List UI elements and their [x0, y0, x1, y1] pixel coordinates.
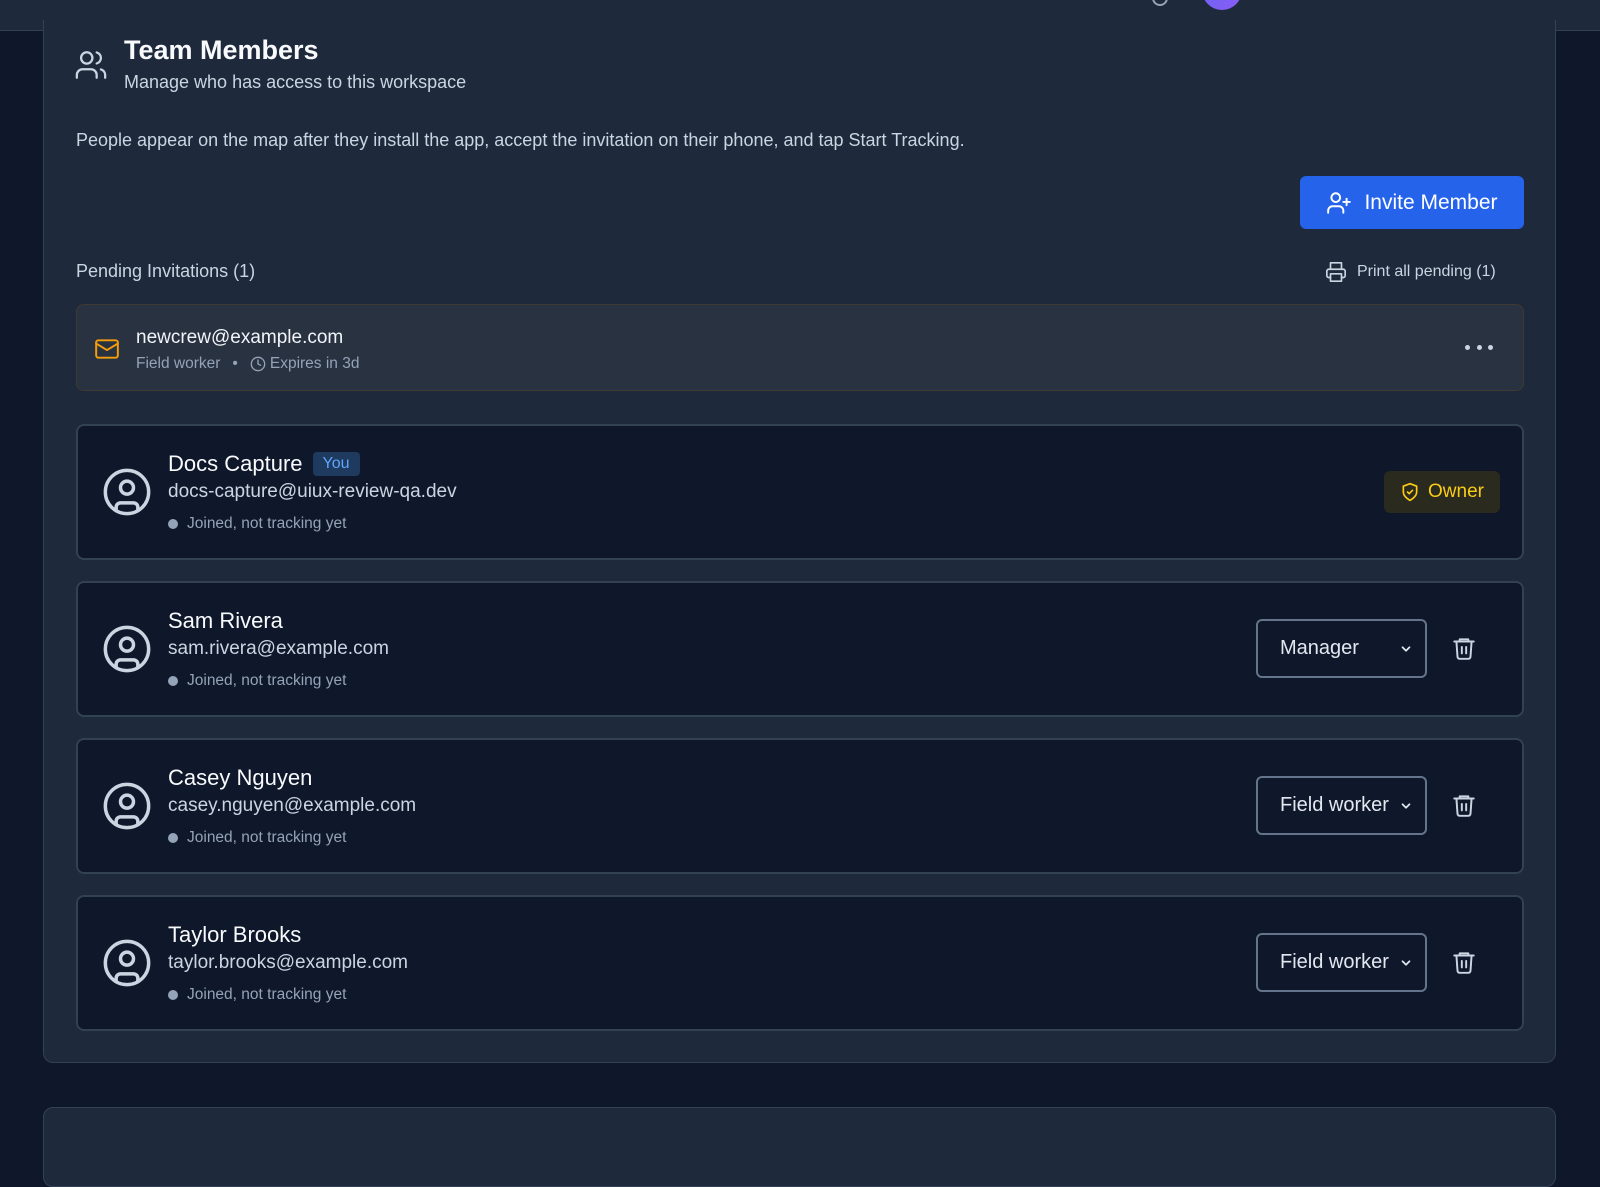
- user-circle-icon: [103, 782, 151, 830]
- user-circle-icon: [103, 468, 151, 516]
- trash-icon[interactable]: [1451, 792, 1477, 818]
- member-status-text: Joined, not tracking yet: [187, 672, 347, 689]
- role-select[interactable]: Field worker: [1256, 776, 1427, 835]
- status-dot: [168, 990, 178, 1000]
- invitation-expiry: Expires in 3d: [269, 355, 360, 372]
- you-badge: You: [312, 452, 360, 476]
- mail-icon: [95, 339, 119, 359]
- member-email: taylor.brooks@example.com: [168, 952, 408, 973]
- trash-icon[interactable]: [1451, 949, 1477, 975]
- role-select-value: Field worker: [1280, 951, 1389, 973]
- member-card: Casey Nguyen casey.nguyen@example.com Jo…: [76, 738, 1524, 874]
- member-status: Joined, not tracking yet: [168, 986, 346, 1004]
- print-all-pending-button[interactable]: Print all pending (1): [1325, 258, 1496, 286]
- role-select[interactable]: Field worker: [1256, 933, 1427, 992]
- status-dot: [168, 676, 178, 686]
- clock-icon: [250, 356, 266, 372]
- next-section-panel: [43, 1107, 1556, 1187]
- tracking-info-text: People appear on the map after they inst…: [76, 130, 965, 150]
- member-status: Joined, not tracking yet: [168, 829, 346, 847]
- invitation-role: Field worker: [136, 355, 221, 372]
- chevron-down-icon: [1401, 802, 1411, 809]
- owner-badge: Owner: [1384, 471, 1500, 513]
- invitation-meta: Field worker • Expires in 3d: [136, 355, 359, 373]
- member-card: Sam Rivera sam.rivera@example.com Joined…: [76, 581, 1524, 717]
- page-title: Team Members: [124, 35, 319, 65]
- dot: [1476, 344, 1482, 350]
- dot: [1465, 344, 1470, 350]
- role-select-value: Field worker: [1280, 794, 1389, 816]
- chevron-down-icon: [1401, 959, 1411, 966]
- member-name: Casey Nguyen: [168, 765, 313, 790]
- invite-member-label: Invite Member: [1364, 190, 1498, 214]
- notification-icon[interactable]: [1152, 0, 1168, 6]
- invite-member-button[interactable]: Invite Member: [1300, 176, 1524, 229]
- pending-invitations-title: Pending Invitations (1): [76, 261, 256, 281]
- member-card: Docs Capture You docs-capture@uiux-revie…: [76, 424, 1524, 560]
- status-dot: [168, 519, 178, 529]
- member-card: Taylor Brooks taylor.brooks@example.com …: [76, 895, 1524, 1031]
- member-name: Sam Rivera: [168, 608, 283, 633]
- print-all-pending-label: Print all pending (1): [1357, 263, 1496, 280]
- user-plus-icon: [1327, 191, 1352, 214]
- invitation-more-options-button[interactable]: [1465, 335, 1493, 359]
- pending-invitation-card: newcrew@example.com Field worker • Expir…: [76, 304, 1524, 391]
- chevron-down-icon: [1401, 645, 1411, 652]
- role-select-value: Manager: [1280, 637, 1359, 659]
- member-name: Docs Capture: [168, 451, 303, 476]
- trash-icon[interactable]: [1451, 635, 1477, 661]
- member-email: casey.nguyen@example.com: [168, 795, 417, 816]
- invitation-email: newcrew@example.com: [136, 327, 344, 348]
- printer-icon: [1326, 262, 1346, 282]
- member-status: Joined, not tracking yet: [168, 515, 346, 533]
- page-subtitle: Manage who has access to this workspace: [124, 72, 467, 92]
- owner-badge-label: Owner: [1428, 481, 1484, 502]
- users-icon: [75, 51, 107, 79]
- role-select[interactable]: Manager: [1256, 619, 1427, 678]
- member-status-text: Joined, not tracking yet: [187, 829, 347, 846]
- member-email: docs-capture@uiux-review-qa.dev: [168, 481, 457, 502]
- member-name: Taylor Brooks: [168, 922, 302, 947]
- shield-check-icon: [1402, 482, 1418, 502]
- member-status-text: Joined, not tracking yet: [187, 515, 347, 532]
- user-avatar[interactable]: [1202, 0, 1242, 10]
- member-status-text: Joined, not tracking yet: [187, 986, 347, 1003]
- status-dot: [168, 833, 178, 843]
- dot: [1488, 344, 1493, 350]
- member-status: Joined, not tracking yet: [168, 672, 346, 690]
- member-email: sam.rivera@example.com: [168, 638, 389, 659]
- user-circle-icon: [103, 939, 151, 987]
- meta-separator: •: [232, 355, 238, 372]
- user-circle-icon: [103, 625, 151, 673]
